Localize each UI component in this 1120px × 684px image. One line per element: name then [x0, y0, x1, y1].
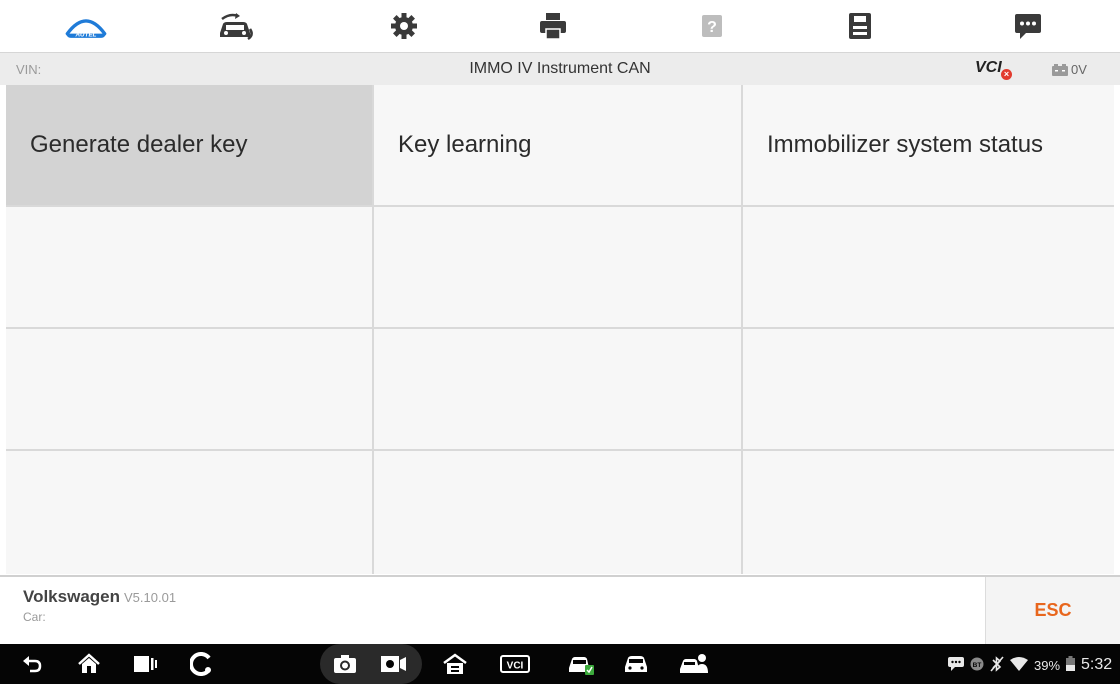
vehicle-brand: Volkswagen V5.10.01	[23, 587, 176, 607]
car-label: Car:	[23, 610, 46, 624]
empty-cell	[6, 451, 374, 574]
empty-cell	[743, 451, 1114, 574]
function-label: Generate dealer key	[30, 131, 248, 158]
esc-button[interactable]: ESC	[985, 577, 1120, 644]
chat-icon	[948, 656, 964, 674]
empty-cell	[374, 451, 743, 574]
battery-icon	[1066, 656, 1076, 674]
function-key-learning[interactable]: Key learning	[374, 85, 743, 207]
software-version: V5.10.01	[124, 590, 177, 605]
esc-label: ESC	[1034, 600, 1072, 620]
clock: 5:32	[1081, 656, 1113, 673]
vci-icon[interactable]: VCI	[500, 650, 530, 678]
save-icon[interactable]	[838, 4, 882, 48]
message-icon[interactable]	[1006, 4, 1050, 48]
settings-gear-icon[interactable]	[382, 4, 426, 48]
top-toolbar: AUTEL ?	[0, 0, 1120, 52]
status-bar: VIN: IMMO IV Instrument CAN VCI × 0V	[0, 52, 1120, 85]
camera-icon[interactable]	[330, 650, 360, 678]
vehicle-swap-icon[interactable]	[214, 4, 258, 48]
vehicle-check-icon[interactable]	[566, 650, 596, 678]
empty-cell	[374, 329, 743, 451]
wifi-icon	[1010, 656, 1028, 674]
function-immobilizer-system-status[interactable]: Immobilizer system status	[743, 85, 1114, 207]
empty-cell	[743, 207, 1114, 329]
bluetooth-badge-icon: BT	[970, 657, 984, 674]
function-generate-dealer-key[interactable]: Generate dealer key	[6, 85, 374, 207]
vci-label: VCI	[975, 59, 1002, 76]
home-garage-icon[interactable]	[440, 650, 470, 678]
empty-cell	[743, 329, 1114, 451]
page-title: IMMO IV Instrument CAN	[469, 60, 651, 77]
help-icon[interactable]: ?	[690, 4, 734, 48]
bluetooth-off-icon	[990, 655, 1004, 675]
function-label: Immobilizer system status	[767, 131, 1044, 158]
svg-text:VCI: VCI	[507, 661, 524, 672]
vehicle-icon[interactable]	[621, 650, 651, 678]
brand-name: Volkswagen	[23, 587, 120, 606]
svg-text:?: ?	[707, 19, 717, 36]
print-icon[interactable]	[531, 4, 575, 48]
voltage-readout: 0V	[1071, 62, 1087, 77]
system-nav-bar: VCI BT 39% 5:32	[0, 644, 1120, 684]
empty-cell	[6, 207, 374, 329]
vci-disconnected-icon: ×	[1001, 69, 1012, 80]
function-grid: Generate dealer key Key learning Immobil…	[6, 85, 1114, 574]
footer-bar: Volkswagen V5.10.01 Car: ESC	[0, 575, 1120, 644]
system-tray: BT 39% 5:32	[948, 655, 1112, 675]
battery-percent: 39%	[1034, 657, 1061, 673]
brightness-icon[interactable]	[379, 650, 409, 678]
empty-cell	[374, 207, 743, 329]
remote-support-icon[interactable]	[187, 650, 217, 678]
function-label: Key learning	[398, 131, 532, 158]
recent-apps-icon[interactable]	[131, 650, 161, 678]
battery-connector-icon	[1052, 63, 1068, 81]
autel-logo-text: AUTEL	[74, 32, 96, 39]
vehicle-user-icon[interactable]	[678, 650, 708, 678]
empty-cell	[6, 329, 374, 451]
svg-text:BT: BT	[973, 662, 982, 669]
home-icon[interactable]	[74, 650, 104, 678]
back-icon[interactable]	[17, 650, 47, 678]
autel-home-icon[interactable]: AUTEL	[64, 4, 108, 48]
